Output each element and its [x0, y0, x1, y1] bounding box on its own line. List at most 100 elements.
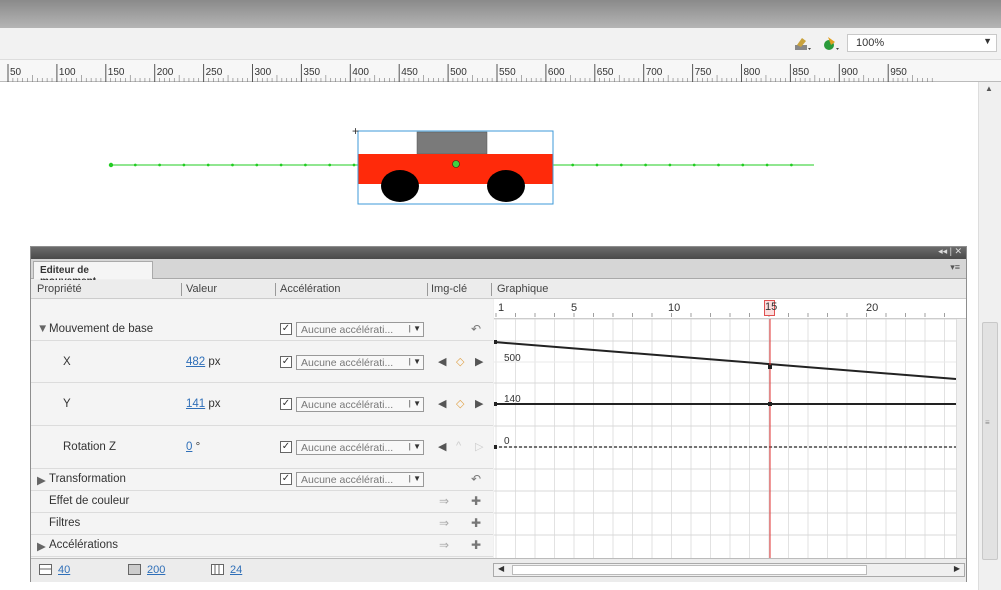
- panel-menu-icon[interactable]: ▾≡: [950, 262, 960, 273]
- rotation-keyframe-start[interactable]: [493, 445, 497, 449]
- motion-path-dot: [619, 163, 623, 167]
- ruler-label: 550: [499, 67, 516, 78]
- graph-horizontal-scrollbar[interactable]: ◀ ▶: [493, 563, 965, 577]
- add-icon[interactable]: ✚: [471, 516, 481, 530]
- motion-path-dot: [352, 163, 356, 167]
- y-keyframe-start[interactable]: [493, 402, 497, 406]
- transformation-ease-checkbox[interactable]: ✓: [280, 473, 292, 485]
- scroll-right-icon[interactable]: ▶: [954, 564, 960, 573]
- graph-canvas: 500 140 0: [493, 299, 966, 558]
- col-graph: Graphique: [497, 283, 549, 295]
- x-label: X: [63, 356, 71, 368]
- expanded-graph-size-icon: [128, 564, 141, 575]
- motion-editor-footer: 40 200 24 ◀ ▶: [31, 558, 966, 582]
- scroll-thumb[interactable]: [512, 565, 867, 575]
- expand-icon[interactable]: ▶: [37, 473, 46, 487]
- x-keyframe-start[interactable]: [493, 340, 497, 344]
- property-list: ▼ Mouvement de base ✓ Aucune accélérati.…: [31, 299, 493, 558]
- x-value[interactable]: 482 px: [186, 356, 221, 368]
- chevron-down-icon: | ▼: [408, 442, 421, 451]
- scroll-left-icon[interactable]: ◀: [498, 564, 504, 573]
- remove-icon[interactable]: ⇒: [439, 494, 449, 508]
- visible-frames-value[interactable]: 24: [230, 564, 242, 576]
- next-keyframe-icon[interactable]: ▷: [475, 440, 483, 453]
- panel-tabbar: Editeur de mouvement ▾≡: [31, 259, 966, 287]
- panel-window-controls[interactable]: ◂◂ | ✕: [938, 246, 962, 257]
- prev-keyframe-icon[interactable]: ◀: [438, 397, 446, 410]
- row-basic-motion: ▼ Mouvement de base ✓ Aucune accélérati.…: [31, 319, 493, 341]
- rotation-ease-checkbox[interactable]: ✓: [280, 441, 292, 453]
- frame-ruler[interactable]: 1 5 10 15 20: [494, 299, 966, 319]
- x-ease-select[interactable]: Aucune accélérati... | ▼: [296, 355, 424, 370]
- scroll-thumb[interactable]: [982, 322, 998, 560]
- graph-size-value[interactable]: 40: [58, 564, 70, 576]
- ruler-label: 350: [303, 67, 320, 78]
- collapse-icon[interactable]: ▼: [37, 323, 48, 335]
- motion-path-dot: [255, 163, 259, 167]
- y-ease-select[interactable]: Aucune accélérati... | ▼: [296, 397, 424, 412]
- column-headers: Propriété Valeur Accélération Img-clé Gr…: [31, 280, 966, 299]
- basic-motion-label: Mouvement de base: [49, 323, 154, 335]
- transformation-ease-select[interactable]: Aucune accélérati... | ▼: [296, 472, 424, 487]
- stage-vertical-scrollbar[interactable]: ▲ ≡: [978, 82, 1001, 590]
- row-transformation: ▶ Transformation ✓ Aucune accélérati... |…: [31, 469, 493, 491]
- ruler-label: 900: [841, 67, 858, 78]
- transformation-label: Transformation: [49, 473, 126, 485]
- add-icon[interactable]: ✚: [471, 538, 481, 552]
- zoom-select[interactable]: 100% ▼: [847, 34, 997, 52]
- motion-path-dot: [717, 163, 720, 167]
- car-symbol[interactable]: +: [352, 124, 554, 205]
- car-roof: [416, 131, 488, 155]
- edit-scene-icon[interactable]: [794, 36, 812, 52]
- motion-path-dot: [182, 163, 186, 167]
- ruler-label: 250: [206, 67, 223, 78]
- x-ease-checkbox[interactable]: ✓: [280, 356, 292, 368]
- add-keyframe-icon[interactable]: ^: [456, 440, 461, 452]
- panel-titlebar[interactable]: ◂◂ | ✕: [31, 246, 966, 259]
- remove-icon[interactable]: ⇒: [439, 538, 449, 552]
- y-ease-checkbox[interactable]: ✓: [280, 398, 292, 410]
- motion-path-dot: [158, 163, 162, 167]
- expand-icon[interactable]: ▶: [37, 539, 46, 553]
- transform-point-marker: +: [352, 124, 359, 138]
- rotation-ease-select[interactable]: Aucune accélérati... | ▼: [296, 440, 424, 455]
- add-icon[interactable]: ✚: [471, 494, 481, 508]
- motion-path-dot: [595, 163, 599, 167]
- add-keyframe-icon[interactable]: ◇: [456, 397, 464, 410]
- basic-motion-ease-select[interactable]: Aucune accélérati... | ▼: [296, 322, 424, 337]
- next-keyframe-icon[interactable]: ▶: [475, 397, 483, 410]
- registration-point: [452, 160, 460, 168]
- motion-path-dot: [206, 163, 210, 167]
- remove-icon[interactable]: ⇒: [439, 516, 449, 530]
- reset-values-icon[interactable]: ↶: [471, 472, 481, 486]
- motion-path-dot: [668, 163, 672, 167]
- row-rotation-z: Rotation Z 0 ° ✓ Aucune accélérati... | ▼…: [31, 426, 493, 469]
- edit-symbols-icon[interactable]: [822, 36, 840, 52]
- graph-area[interactable]: 500 140 0: [493, 299, 966, 558]
- prev-keyframe-icon[interactable]: ◀: [438, 440, 446, 453]
- playhead-frame-label[interactable]: 15: [764, 300, 777, 316]
- add-keyframe-icon[interactable]: ◇: [456, 355, 464, 368]
- motion-path-dot: [765, 163, 769, 167]
- x-curve[interactable]: [493, 341, 957, 380]
- next-keyframe-icon[interactable]: ▶: [475, 355, 483, 368]
- zoom-value: 100%: [856, 37, 885, 49]
- expanded-graph-size-value[interactable]: 200: [147, 564, 165, 576]
- col-ease: Accélération: [280, 283, 341, 295]
- graph-vertical-scrollbar[interactable]: [956, 319, 966, 558]
- ruler-label: 50: [10, 67, 22, 78]
- ruler-label: 200: [157, 67, 174, 78]
- prev-keyframe-icon[interactable]: ◀: [438, 355, 446, 368]
- visible-frames-icon: [211, 564, 224, 575]
- tab-motion-editor[interactable]: Editeur de mouvement: [33, 261, 153, 287]
- scroll-up-icon[interactable]: ▲: [985, 84, 993, 93]
- y-value[interactable]: 141 px: [186, 398, 221, 410]
- reset-values-icon[interactable]: ↶: [471, 322, 481, 336]
- motion-path-dot: [108, 162, 114, 168]
- rotation-value[interactable]: 0 °: [186, 441, 200, 453]
- motion-path-dot: [231, 163, 234, 167]
- frame-ruler-ticks: [495, 313, 945, 317]
- basic-motion-ease-checkbox[interactable]: ✓: [280, 323, 292, 335]
- eases-label: Accélérations: [49, 539, 119, 551]
- window-top-bar: [0, 0, 1001, 28]
